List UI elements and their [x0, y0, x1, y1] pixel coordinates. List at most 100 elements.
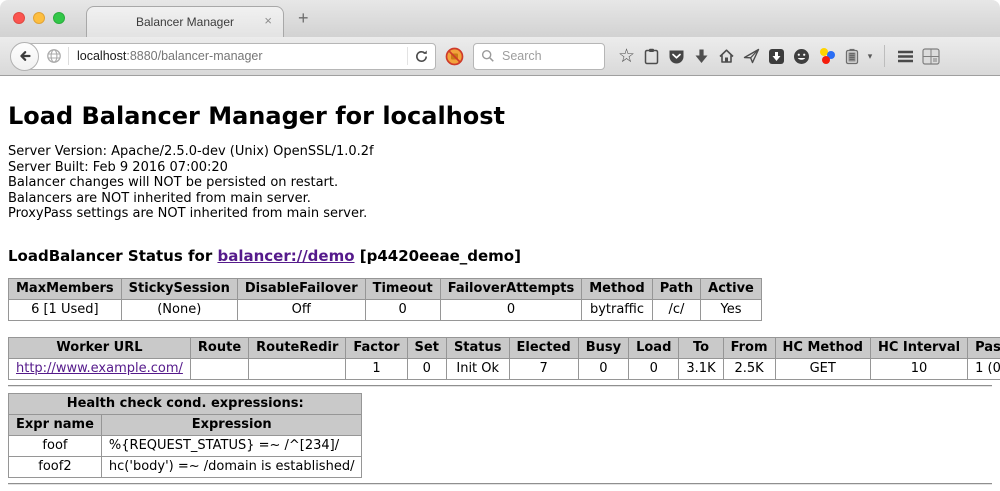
- search-icon: [481, 49, 495, 63]
- navigation-toolbar: localhost:8880/balancer-manager: [0, 37, 1000, 76]
- cell-expression: %{REQUEST_STATUS} =~ /^[234]/: [101, 435, 362, 456]
- col-header: Worker URL: [9, 337, 191, 358]
- col-header: MaxMembers: [9, 278, 122, 299]
- col-header: Status: [446, 337, 509, 358]
- status-heading: LoadBalancer Status for balancer://demo …: [8, 247, 992, 265]
- extension-button[interactable]: [839, 42, 864, 71]
- video-download-button[interactable]: [764, 42, 789, 71]
- cell-active: Yes: [701, 299, 762, 320]
- page-content: Load Balancer Manager for localhost Serv…: [0, 102, 1000, 491]
- server-version-line: Server Version: Apache/2.5.0-dev (Unix) …: [8, 144, 992, 160]
- pocket-button[interactable]: [664, 42, 689, 71]
- cell-hc-interval: 10: [870, 358, 967, 379]
- back-button[interactable]: [10, 42, 39, 71]
- tab-close-icon[interactable]: ×: [264, 14, 272, 27]
- cell-factor: 1: [346, 358, 407, 379]
- worker-url-link[interactable]: http://www.example.com/: [16, 361, 183, 376]
- menu-button[interactable]: [893, 42, 918, 71]
- health-check-table: Health check cond. expressions: Expr nam…: [8, 393, 362, 478]
- status-heading-prefix: LoadBalancer Status for: [8, 247, 217, 265]
- reading-list-button[interactable]: [639, 42, 664, 71]
- dropdown-caret-icon[interactable]: ▾: [864, 51, 876, 62]
- col-header: HC Interval: [870, 337, 967, 358]
- col-header: Load: [629, 337, 679, 358]
- emoji-button[interactable]: [789, 42, 814, 71]
- tab-balancer-manager[interactable]: Balancer Manager ×: [86, 6, 284, 37]
- close-window-button[interactable]: [13, 12, 25, 24]
- cell-failoverattempts: 0: [440, 299, 582, 320]
- blocked-plugin-icon: [445, 47, 464, 66]
- menu-icon: [897, 50, 914, 63]
- bookmark-star-button[interactable]: ☆: [614, 42, 639, 71]
- col-header: FailoverAttempts: [440, 278, 582, 299]
- back-icon: [17, 48, 33, 64]
- search-bar: [473, 43, 605, 70]
- table-row: foof %{REQUEST_STATUS} =~ /^[234]/: [9, 435, 362, 456]
- cell-busy: 0: [578, 358, 628, 379]
- cell-from: 2.5K: [723, 358, 775, 379]
- table-row: foof2 hc('body') =~ /domain is establish…: [9, 456, 362, 477]
- send-icon: [743, 48, 760, 64]
- status-heading-suffix: [p4420eeae_demo]: [355, 247, 521, 265]
- col-header: Passes: [968, 337, 1000, 358]
- cell-worker-url: http://www.example.com/: [9, 358, 191, 379]
- col-header: Set: [407, 337, 446, 358]
- cell-elected: 7: [509, 358, 578, 379]
- cell-route: [190, 358, 248, 379]
- col-header: Elected: [509, 337, 578, 358]
- zoom-window-button[interactable]: [53, 12, 65, 24]
- col-header: RouteRedir: [249, 337, 346, 358]
- notice-line: Balancer changes will NOT be persisted o…: [8, 175, 992, 191]
- col-header: Expression: [101, 414, 362, 435]
- url-domain: localhost: [77, 49, 126, 63]
- home-icon: [718, 48, 735, 64]
- health-table-title: Health check cond. expressions:: [9, 393, 362, 414]
- cell-set: 0: [407, 358, 446, 379]
- pocket-icon: [668, 48, 685, 65]
- new-tab-button[interactable]: +: [298, 8, 309, 29]
- cell-expr-name: foof: [9, 435, 102, 456]
- bookmark-star-icon: ☆: [618, 47, 635, 66]
- col-header: Factor: [346, 337, 407, 358]
- minimize-window-button[interactable]: [33, 12, 45, 24]
- notice-line: ProxyPass settings are NOT inherited fro…: [8, 206, 992, 222]
- cell-routeredir: [249, 358, 346, 379]
- balancer-demo-link[interactable]: balancer://demo: [217, 247, 354, 265]
- table-header-row: MaxMembers StickySession DisableFailover…: [9, 278, 762, 299]
- browser-window: Balancer Manager × + localhost:8880/bala…: [0, 0, 1000, 491]
- divider: [8, 385, 992, 387]
- toolbar-buttons: ☆: [614, 42, 943, 71]
- traffic-lights: [13, 12, 65, 24]
- server-built-line: Server Built: Feb 9 2016 07:00:20: [8, 160, 992, 176]
- address-bar[interactable]: localhost:8880/balancer-manager: [24, 43, 436, 70]
- download-icon: [694, 48, 709, 65]
- title-bar: Balancer Manager × +: [0, 0, 1000, 37]
- send-button[interactable]: [739, 42, 764, 71]
- emoji-icon: [793, 48, 810, 65]
- search-input[interactable]: [500, 48, 592, 64]
- toolbar-divider: [884, 45, 885, 67]
- downloads-button[interactable]: [689, 42, 714, 71]
- reload-button[interactable]: [414, 49, 429, 64]
- tab-groups-button[interactable]: [918, 42, 943, 71]
- notice-line: Balancers are NOT inherited from main se…: [8, 191, 992, 207]
- cell-path: /c/: [652, 299, 700, 320]
- battery-icon: [845, 48, 859, 65]
- col-header: From: [723, 337, 775, 358]
- url-divider: [407, 47, 408, 65]
- home-button[interactable]: [714, 42, 739, 71]
- worker-table: Worker URL Route RouteRedir Factor Set S…: [8, 337, 1000, 380]
- blocked-plugin-button[interactable]: [445, 47, 464, 66]
- tab-title: Balancer Manager: [136, 15, 234, 29]
- video-download-icon: [768, 48, 785, 65]
- cell-expr-name: foof2: [9, 456, 102, 477]
- page-title: Load Balancer Manager for localhost: [8, 102, 992, 130]
- clipboard-icon: [644, 48, 659, 65]
- cell-stickysession: (None): [121, 299, 237, 320]
- col-header: StickySession: [121, 278, 237, 299]
- col-header: Path: [652, 278, 700, 299]
- color-dots-icon: [819, 48, 835, 64]
- cell-expression: hc('body') =~ /domain is established/: [101, 456, 362, 477]
- color-picker-button[interactable]: [814, 42, 839, 71]
- url-path: :8880/balancer-manager: [126, 49, 262, 63]
